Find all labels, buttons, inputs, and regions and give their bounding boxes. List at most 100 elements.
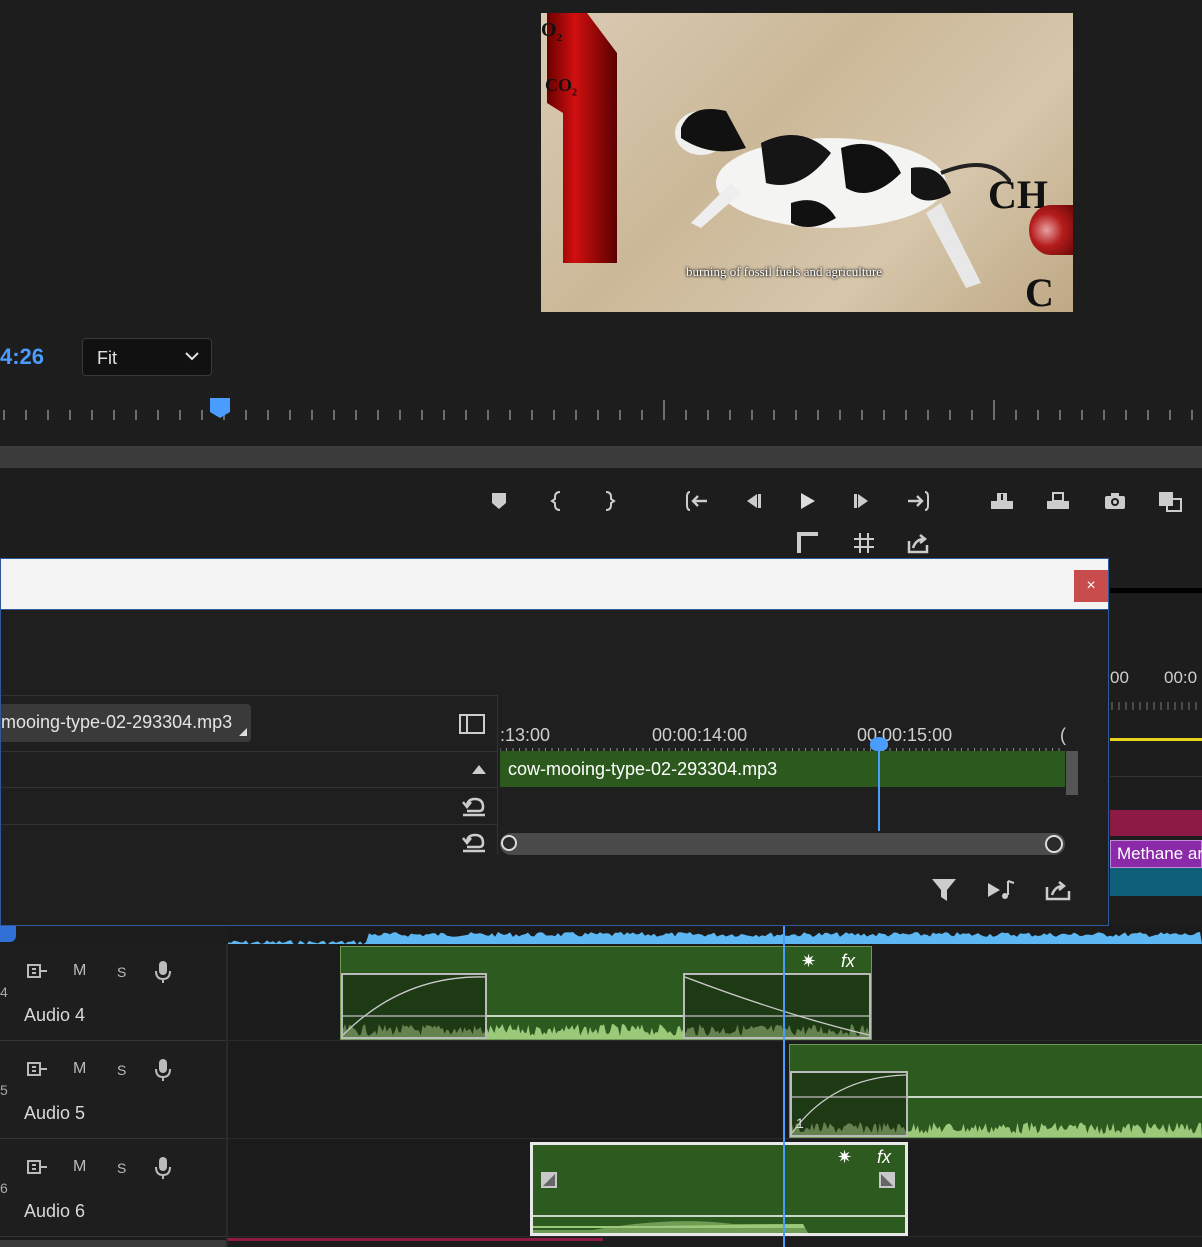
source-clip-tab[interactable]: mooing-type-02-293304.mp3 xyxy=(1,704,251,742)
source-row-1 xyxy=(1,751,497,788)
safe-margins-icon[interactable] xyxy=(791,528,825,558)
vertical-zoom-bar[interactable] xyxy=(0,1240,226,1247)
monitor-zoom-scrollbar[interactable] xyxy=(0,446,1202,468)
track-name: Audio 4 xyxy=(24,1005,86,1025)
collapse-up-icon[interactable] xyxy=(471,763,487,775)
fade-curve xyxy=(684,976,870,1036)
fx-badge: fx xyxy=(877,1147,892,1167)
timeline-ruler-label-2: 00:0 xyxy=(1164,668,1198,687)
transition-number: 1 xyxy=(796,1115,804,1131)
effect-star-icon: ✷ xyxy=(837,1147,853,1167)
timeline-playhead[interactable] xyxy=(783,926,785,1247)
source-playhead-handle[interactable] xyxy=(870,737,888,751)
mark-in-icon[interactable] xyxy=(541,486,575,516)
source-clip-tab-label: mooing-type-02-293304.mp3 xyxy=(1,712,233,732)
dialog-titlebar[interactable]: × xyxy=(1,559,1108,610)
source-row-3 xyxy=(1,825,497,853)
video-preview[interactable]: O2 CO2 CH C burning of fossil fuels and … xyxy=(541,13,1073,312)
clip-dialog: × mooing-type-02-293304.mp3 :13:00 00:00… xyxy=(0,558,1109,926)
methane-clip[interactable]: Methane ar xyxy=(1110,840,1202,868)
microphone-icon[interactable] xyxy=(154,1156,172,1180)
track-target-indicator[interactable] xyxy=(0,926,16,942)
mark-out-icon[interactable] xyxy=(591,486,625,516)
tab-corner-icon xyxy=(239,728,247,736)
source-row-2 xyxy=(1,788,497,825)
clip-waveform xyxy=(533,1215,905,1233)
comparison-view-icon[interactable] xyxy=(1153,486,1187,516)
keyframe-out-icon[interactable] xyxy=(879,1172,895,1188)
track-header-audio-5: 5 M S Audio 5 xyxy=(0,1042,226,1139)
video-subtitle: burning of fossil fuels and agriculture xyxy=(686,264,883,279)
methane-clip-label: Methane ar xyxy=(1117,844,1202,863)
panel-layout-icon[interactable] xyxy=(459,714,485,734)
grid-icon[interactable] xyxy=(847,528,881,558)
track-output-icon[interactable] xyxy=(26,962,48,980)
track-name: Audio 5 xyxy=(24,1103,86,1123)
header-divider xyxy=(226,944,228,1247)
reset-icon[interactable] xyxy=(459,829,489,853)
crossfade-transition[interactable] xyxy=(341,973,487,1039)
scroll-handle-left[interactable] xyxy=(501,835,517,851)
mute-button[interactable]: M xyxy=(73,1158,86,1176)
source-timeline: :13:00 00:00:14:00 00:00:15:00 ( cow-moo… xyxy=(500,709,1080,859)
go-to-in-icon[interactable] xyxy=(680,486,714,516)
solo-button[interactable]: S xyxy=(117,1160,126,1176)
audio-clip[interactable]: ✷ fx xyxy=(340,946,872,1040)
go-to-out-icon[interactable] xyxy=(901,486,935,516)
play-icon[interactable] xyxy=(790,486,824,516)
mute-button[interactable]: M xyxy=(73,962,86,980)
solo-button[interactable]: S xyxy=(117,1062,126,1078)
step-forward-icon[interactable] xyxy=(845,486,879,516)
play-audio-icon[interactable] xyxy=(986,877,1018,903)
close-button[interactable]: × xyxy=(1074,570,1108,602)
panel-divider xyxy=(497,695,498,855)
audio-waveform-strip[interactable] xyxy=(228,926,1202,944)
zoom-level-value: Fit xyxy=(97,348,117,368)
track-id: 6 xyxy=(0,1180,8,1196)
microphone-icon[interactable] xyxy=(154,1058,172,1082)
lift-icon[interactable] xyxy=(985,486,1019,516)
ruler-label-13: :13:00 xyxy=(500,725,551,745)
microphone-icon[interactable] xyxy=(154,960,172,984)
source-panel-header: mooing-type-02-293304.mp3 xyxy=(1,695,497,752)
track-output-icon[interactable] xyxy=(26,1060,48,1078)
track-id: 5 xyxy=(0,1082,8,1098)
extract-icon[interactable] xyxy=(1041,486,1075,516)
source-vscroll[interactable] xyxy=(1066,751,1078,795)
chevron-down-icon xyxy=(185,352,199,361)
selected-audio-clip[interactable]: ✷ fx xyxy=(530,1142,908,1236)
filter-icon[interactable] xyxy=(930,875,958,905)
lane-audio-4[interactable]: ✷ fx xyxy=(228,944,1202,1041)
lane-audio-6[interactable]: ✷ fx xyxy=(228,1140,1202,1237)
fx-badge: fx xyxy=(841,951,856,971)
solo-button[interactable]: S xyxy=(117,964,126,980)
source-audio-clip[interactable]: cow-mooing-type-02-293304.mp3 xyxy=(500,751,1065,787)
playhead-marker xyxy=(210,398,230,418)
marker-icon[interactable] xyxy=(482,486,516,516)
video-clip-teal[interactable] xyxy=(1110,868,1202,896)
track-output-icon[interactable] xyxy=(26,1158,48,1176)
export-icon[interactable] xyxy=(1044,877,1072,903)
step-back-icon[interactable] xyxy=(736,486,770,516)
export-icon[interactable] xyxy=(901,528,935,558)
monitor-time-ruler[interactable] xyxy=(0,398,1202,424)
zoom-level-select[interactable]: Fit xyxy=(82,338,212,376)
keyframe-in-icon[interactable] xyxy=(541,1172,557,1188)
track-header-audio-6: 6 M S Audio 6 xyxy=(0,1140,226,1237)
mute-button[interactable]: M xyxy=(73,1060,86,1078)
scroll-handle-right[interactable] xyxy=(1045,835,1063,853)
source-playhead[interactable] xyxy=(878,743,880,831)
source-zoom-scrollbar[interactable] xyxy=(500,833,1065,855)
work-area-bar[interactable] xyxy=(1110,738,1202,741)
source-clip-name: cow-mooing-type-02-293304.mp3 xyxy=(508,759,778,779)
crossfade-transition[interactable]: 1 xyxy=(790,1071,908,1137)
ch4-bottom-label: C xyxy=(1025,270,1054,312)
video-clip-crimson[interactable] xyxy=(1110,810,1202,836)
reset-icon[interactable] xyxy=(459,793,489,819)
lane-audio-5[interactable]: 1 xyxy=(228,1042,1202,1139)
ruler-label-16: ( xyxy=(1060,725,1066,745)
export-frame-icon[interactable] xyxy=(1098,486,1132,516)
crossfade-transition[interactable] xyxy=(683,973,871,1039)
audio-clip[interactable]: 1 xyxy=(789,1044,1202,1138)
playhead-timecode[interactable]: 4:26 xyxy=(0,344,44,370)
